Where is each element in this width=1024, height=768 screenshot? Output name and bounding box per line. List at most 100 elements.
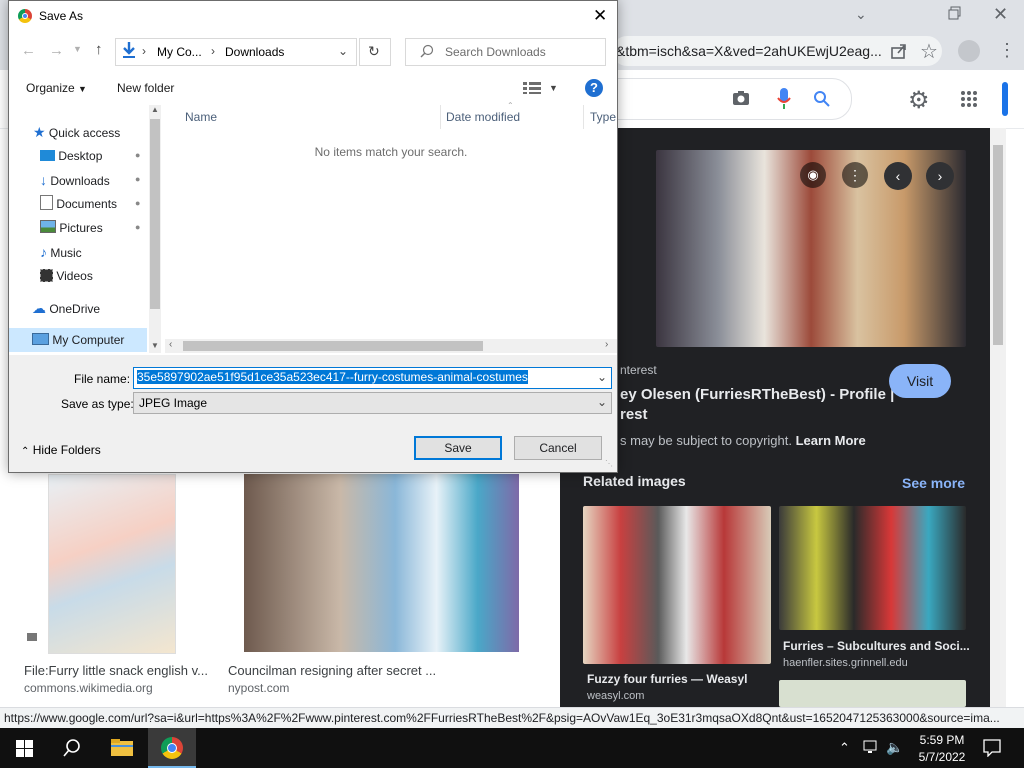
address-bar[interactable]: › My Co... › Downloads ⌄ [115, 38, 357, 66]
chrome-icon[interactable] [161, 737, 183, 759]
scroll-down-icon[interactable]: ▼ [151, 341, 159, 350]
file-name-dropdown-icon[interactable]: ⌄ [597, 370, 607, 384]
up-arrow-icon[interactable]: ↑ [95, 41, 103, 58]
windows-start-icon[interactable] [16, 740, 33, 760]
refresh-button[interactable]: ↻ [359, 38, 391, 66]
minimize-icon[interactable]: ⌄ [855, 6, 871, 22]
horizontal-scrollbar-thumb[interactable] [183, 341, 483, 351]
view-dropdown-icon[interactable]: ▼ [549, 83, 558, 93]
nav-item-pictures[interactable]: Pictures [40, 216, 103, 240]
save-button[interactable]: Save [414, 436, 502, 460]
scroll-left-icon[interactable]: ‹ [169, 339, 172, 350]
network-icon[interactable] [863, 740, 879, 757]
new-folder-button[interactable]: New folder [117, 81, 174, 95]
profile-badge[interactable] [1002, 82, 1008, 116]
taskbar-search-icon[interactable] [63, 739, 81, 760]
save-as-dialog: Save As ✕ ← → ▼ ↑ › My Co... › Downloads… [8, 0, 618, 473]
share-icon[interactable] [890, 42, 908, 63]
close-window-icon[interactable]: ✕ [993, 4, 1008, 25]
next-image-icon[interactable]: › [926, 162, 954, 190]
result-title[interactable]: Councilman resigning after secret ... [228, 663, 436, 678]
see-more-link[interactable]: See more [902, 475, 965, 491]
address-dropdown-icon[interactable]: ⌄ [338, 44, 348, 58]
breadcrumb-my-computer[interactable]: My Co... [157, 45, 202, 59]
panel-title-line2[interactable]: rest [620, 406, 648, 423]
settings-gear-icon[interactable]: ⚙ [908, 86, 930, 115]
save-as-type-dropdown-icon[interactable]: ⌄ [597, 395, 607, 409]
resize-grip-icon[interactable]: ⋱ [605, 459, 613, 468]
hide-folders-button[interactable]: ⌃ Hide Folders [21, 443, 101, 457]
save-as-type-select[interactable]: JPEG Image ⌄ [133, 392, 612, 414]
nav-item-videos[interactable]: Videos [40, 264, 93, 288]
visit-button[interactable]: Visit [889, 364, 951, 398]
lens-icon[interactable]: ◉ [800, 162, 826, 188]
nav-scrollbar-thumb[interactable] [150, 119, 160, 309]
nav-item-downloads[interactable]: ↓ Downloads [40, 168, 110, 192]
profile-avatar-icon[interactable] [958, 40, 980, 62]
clock-time[interactable]: 5:59 PM [918, 733, 966, 747]
help-icon[interactable]: ? [585, 79, 603, 97]
restore-icon[interactable] [948, 6, 962, 20]
related-image[interactable] [779, 506, 966, 630]
column-header-name[interactable]: Name [185, 105, 217, 129]
search-downloads-input[interactable]: Search Downloads [405, 38, 606, 66]
scroll-right-icon[interactable]: › [605, 339, 608, 350]
nav-item-onedrive[interactable]: ☁ OneDrive [32, 296, 100, 320]
dialog-title: Save As [39, 9, 84, 23]
voice-search-icon[interactable] [777, 88, 791, 113]
panel-title[interactable]: ey Olesen (FurriesRTheBest) - Profile | [620, 386, 894, 403]
notifications-icon[interactable] [983, 739, 1001, 760]
result-thumbnail[interactable] [48, 474, 176, 654]
nav-item-desktop[interactable]: Desktop [40, 144, 102, 168]
result-thumbnail[interactable] [244, 474, 519, 652]
result-source: commons.wikimedia.org [24, 681, 153, 695]
cancel-button[interactable]: Cancel [514, 436, 602, 460]
nav-item-quick-access[interactable]: ★ Quick access [33, 120, 120, 144]
tray-chevron-icon[interactable]: ⌃ [839, 740, 850, 756]
nav-item-label: Desktop [58, 149, 103, 163]
related-image-title[interactable]: Fuzzy four furries — Weasyl [587, 672, 747, 686]
file-name-value: 35e5897902ae51f95d1ce35a523ec417--furry-… [137, 370, 528, 384]
recent-locations-icon[interactable]: ▼ [73, 44, 82, 54]
column-header-type[interactable]: Type [590, 105, 616, 129]
cloud-icon: ☁ [32, 300, 46, 316]
nav-item-documents[interactable]: Documents [40, 192, 117, 216]
navigation-pane: ★ Quick access Desktop ↓ Downloads Docum… [9, 105, 161, 353]
related-image[interactable] [779, 680, 966, 707]
nav-item-music[interactable]: ♪ Music [40, 240, 82, 264]
result-title[interactable]: File:Furry little snack english v... [24, 663, 208, 678]
back-arrow-icon[interactable]: ← [21, 42, 36, 59]
pin-icon: ● [135, 150, 141, 160]
nav-item-label: Pictures [59, 221, 103, 235]
organize-button[interactable]: Organize ▼ [26, 81, 87, 95]
view-options-icon[interactable] [523, 82, 541, 97]
panel-source: nterest [620, 363, 657, 377]
chrome-menu-icon[interactable]: ⋮ [998, 40, 1016, 61]
page-scrollbar-thumb[interactable] [993, 145, 1003, 345]
scroll-up-icon[interactable]: ▲ [151, 105, 159, 114]
breadcrumb-downloads[interactable]: Downloads [225, 45, 284, 59]
volume-icon[interactable]: 🔈 [886, 739, 903, 756]
bookmark-star-icon[interactable]: ☆ [920, 39, 938, 64]
learn-more-link[interactable]: Learn More [796, 433, 866, 448]
search-submit-icon[interactable] [814, 91, 830, 110]
prev-image-icon[interactable]: ‹ [884, 162, 912, 190]
apps-grid-icon[interactable] [960, 90, 978, 111]
dialog-close-icon[interactable]: ✕ [593, 6, 607, 26]
copyright-text: s may be subject to copyright. [620, 433, 792, 448]
status-url: https://www.google.com/url?sa=i&url=http… [4, 711, 1000, 725]
file-explorer-icon[interactable] [111, 738, 133, 759]
related-image-title[interactable]: Furries – Subcultures and Soci... [783, 639, 970, 653]
camera-search-icon[interactable] [732, 90, 750, 109]
file-list: Name Date modified ⌃ Type No items match… [165, 101, 617, 353]
sort-indicator-icon: ⌃ [507, 101, 514, 110]
nav-item-my-computer[interactable]: My Computer [9, 328, 147, 352]
related-image[interactable] [583, 506, 771, 664]
more-options-icon[interactable]: ⋮ [842, 162, 868, 188]
pin-icon: ● [135, 222, 141, 232]
clock-date[interactable]: 5/7/2022 [914, 750, 970, 764]
pin-icon: ● [135, 198, 141, 208]
refresh-icon: ↻ [368, 43, 380, 59]
file-name-input[interactable]: 35e5897902ae51f95d1ce35a523ec417--furry-… [133, 367, 612, 389]
forward-arrow-icon[interactable]: → [49, 42, 64, 59]
